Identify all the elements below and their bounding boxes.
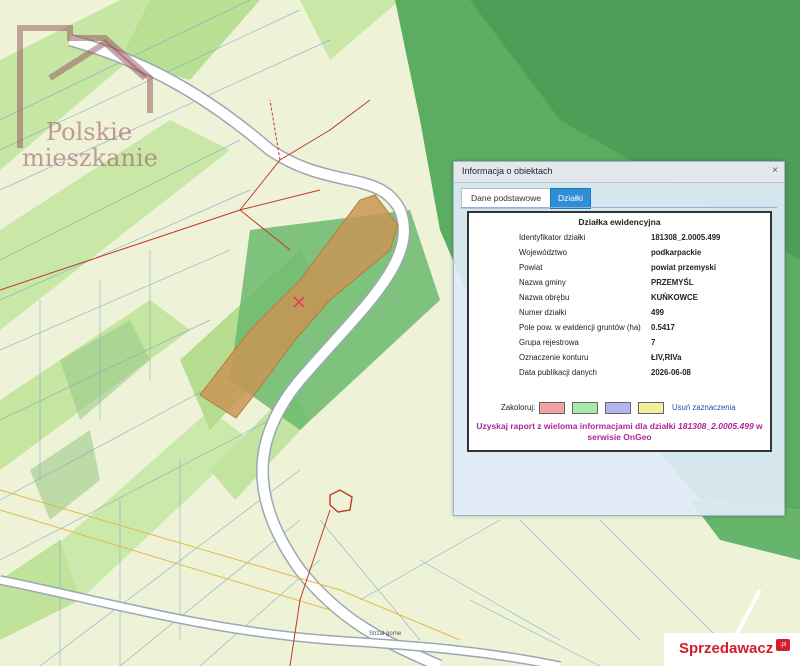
field-label: Data publikacji danych (519, 368, 598, 377)
plot-details: Działka ewidencyjna Identyfikator działk… (467, 211, 772, 452)
swatch-green[interactable] (572, 402, 598, 414)
field-label: Oznaczenie konturu (519, 353, 589, 362)
field-row: Data publikacji danych 2026-06-08 (469, 368, 770, 382)
field-label: Województwo (519, 248, 567, 257)
colorize-label: Zakoloruj: (501, 403, 536, 412)
field-row: Nazwa gminy PRZEMYŚL (469, 278, 770, 292)
field-label: Numer działki (519, 308, 567, 317)
field-label: Pole pow. w ewidencji gruntów (ha) (519, 323, 641, 332)
swatch-blue[interactable] (605, 402, 631, 414)
swatch-red[interactable] (539, 402, 565, 414)
field-row: Oznaczenie konturu ŁIV,RIVa (469, 353, 770, 367)
field-row: Powiat powiat przemyski (469, 263, 770, 277)
field-value: ŁIV,RIVa (651, 353, 682, 362)
field-value: 499 (651, 308, 665, 317)
field-label: Identyfikator działki (519, 233, 586, 242)
field-value: 2026-06-08 (651, 368, 691, 377)
field-value: powiat przemyski (651, 263, 716, 272)
field-row: Województwo podkarpackie (469, 248, 770, 262)
street-label: Strzał gorne (369, 631, 402, 637)
report-link[interactable]: Uzyskaj raport z wieloma informacjami dl… (469, 421, 770, 443)
field-value: podkarpackie (651, 248, 702, 257)
brand-name: Sprzedawacz (679, 640, 774, 657)
field-value: 0.5417 (651, 323, 675, 332)
field-row: Grupa rejestrowa 7 (469, 338, 770, 352)
field-row: Identyfikator działki 181308_2.0005.499 (469, 233, 770, 247)
field-label: Nazwa obrębu (519, 293, 570, 302)
field-row: Pole pow. w ewidencji gruntów (ha) 0.541… (469, 323, 770, 337)
field-label: Nazwa gminy (519, 278, 566, 287)
panel-title: Informacja o obiektach (462, 166, 553, 176)
colorize-controls: Zakoloruj: Usuń zaznaczenia (469, 402, 770, 416)
field-row: Numer działki 499 (469, 308, 770, 322)
section-title: Działka ewidencyjna (578, 217, 661, 227)
field-label: Powiat (519, 263, 543, 272)
swatch-yellow[interactable] (638, 402, 664, 414)
object-info-panel: Informacja o obiektach × Dane podstawowe… (453, 161, 785, 516)
clear-selection-link[interactable]: Usuń zaznaczenia (672, 403, 736, 412)
field-label: Grupa rejestrowa (519, 338, 579, 347)
tab-basic-data[interactable]: Dane podstawowe (461, 188, 551, 209)
field-value: 181308_2.0005.499 (651, 233, 721, 242)
field-value: 7 (651, 338, 656, 347)
brand-logo[interactable]: Sprzedawacz .pl (664, 633, 800, 666)
report-prefix: Uzyskaj raport z wieloma informacjami dl… (476, 421, 679, 431)
close-icon[interactable]: × (772, 165, 778, 176)
tab-divider (461, 207, 777, 208)
field-value: KUŃKOWCE (651, 293, 698, 302)
report-plot-id: 181308_2.0005.499 (678, 421, 754, 431)
field-row: Nazwa obrębu KUŃKOWCE (469, 293, 770, 307)
field-value: PRZEMYŚL (651, 278, 694, 287)
tab-plots[interactable]: Działki (550, 188, 591, 209)
brand-badge: .pl (776, 639, 790, 651)
panel-header[interactable]: Informacja o obiektach × (454, 162, 784, 183)
